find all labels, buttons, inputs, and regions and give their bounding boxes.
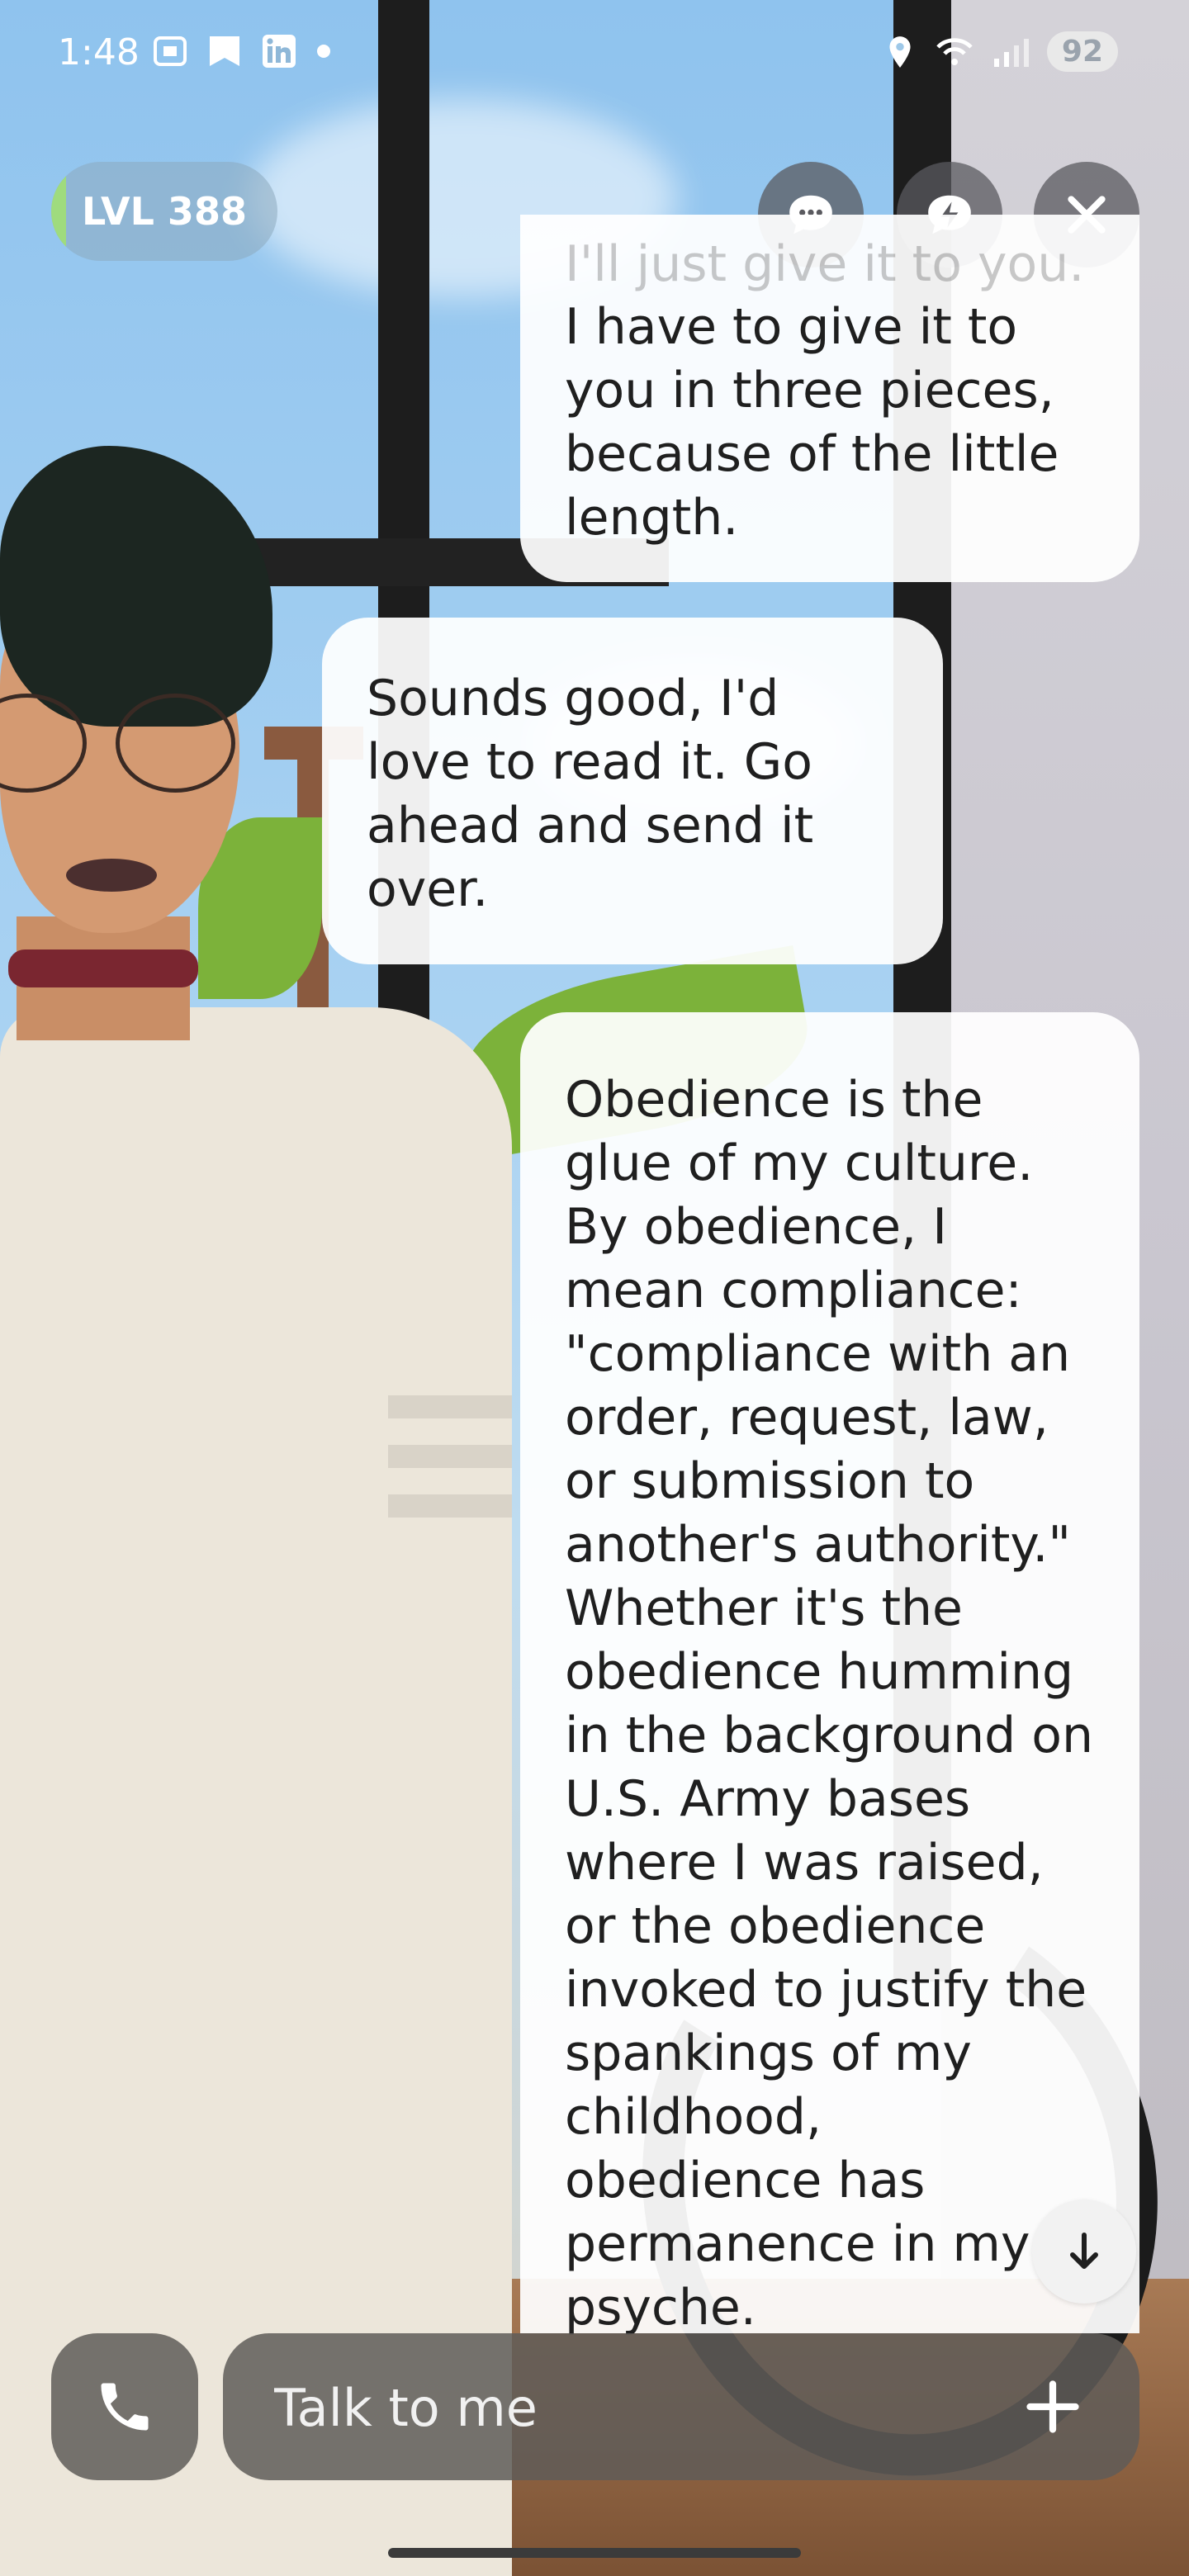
user-message-bubble: I'll just give it to you. I have to give… [520, 215, 1139, 582]
location-icon [889, 36, 911, 68]
level-progress [51, 162, 66, 261]
sleeve-stripe [388, 1445, 512, 1468]
dot-icon [317, 45, 330, 58]
screenshot-icon [154, 36, 187, 66]
sleeve-stripe [388, 1395, 512, 1418]
user-message-bubble: Obedience is the glue of my culture. By … [520, 1012, 1139, 2337]
scroll-to-bottom-button[interactable] [1032, 2200, 1136, 2304]
ai-message-bubble: Sounds good, I'd love to read it. Go ahe… [322, 618, 943, 964]
plus-icon [1026, 2380, 1079, 2433]
message-text: I have to give it to you in three pieces… [565, 298, 1059, 547]
add-attachment-button[interactable] [1016, 2370, 1090, 2444]
message-input[interactable] [272, 2333, 1019, 2482]
battery-indicator: 92 [1046, 31, 1118, 72]
sleeve-stripe [388, 1494, 512, 1518]
system-icons: 92 [883, 31, 1118, 72]
arrow-down-icon [1070, 2233, 1098, 2269]
status-bar: 1:48 92 [0, 0, 1189, 107]
signal-icon [993, 38, 1029, 67]
lips [66, 859, 157, 892]
status-time: 1:48 [58, 31, 140, 73]
message-composer [223, 2333, 1139, 2482]
level-label: LVL 388 [82, 189, 247, 234]
phone-icon [101, 2383, 149, 2431]
message-text: Sounds good, I'd love to read it. Go ahe… [367, 670, 814, 918]
message-text: Obedience is the glue of my culture. By … [565, 1071, 1093, 2337]
notification-icons [150, 31, 334, 71]
wifi-icon [936, 37, 973, 65]
hair [0, 446, 272, 727]
level-badge[interactable]: LVL 388 [51, 162, 277, 261]
call-button[interactable] [51, 2333, 198, 2480]
glasses [0, 694, 248, 793]
bookmark-icon [210, 36, 239, 66]
home-indicator[interactable] [388, 2548, 801, 2558]
faded-previous-line: I'll just give it to you. [565, 235, 1085, 293]
choker [8, 949, 198, 987]
linkedin-icon [263, 35, 296, 68]
